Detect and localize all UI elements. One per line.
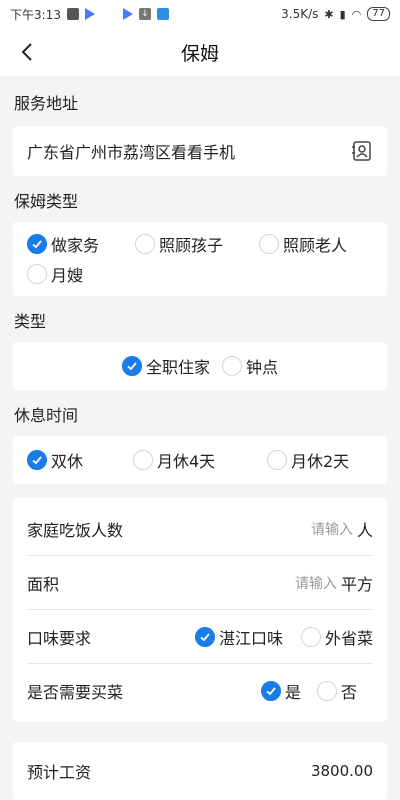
net-speed: 3.5K/s — [281, 7, 319, 21]
radio-circle — [316, 681, 337, 701]
wifi-icon: ◠ — [351, 7, 362, 21]
salary-card: 预计工资 3800.00 — [13, 742, 387, 800]
check-icon — [266, 687, 276, 696]
type-option[interactable]: 钟点 — [222, 354, 278, 378]
area-label: 面积 — [27, 574, 60, 594]
app-notification-icon — [156, 8, 169, 20]
check-icon — [127, 362, 137, 371]
type-group: 全职住家 钟点 — [13, 342, 387, 390]
option-label: 双休 — [51, 452, 84, 471]
option-label: 月休4天 — [157, 452, 216, 471]
diners-input[interactable]: 请输入 — [311, 519, 353, 539]
option-label: 全职住家 — [145, 358, 210, 377]
diners-unit: 人 — [356, 520, 373, 540]
option-label: 月嫂 — [51, 266, 84, 285]
nanny-type-option[interactable]: 照顾孩子 — [135, 232, 259, 256]
type-section-label: 类型 — [14, 312, 47, 331]
type-option[interactable]: 全职住家 — [121, 354, 210, 378]
rest-option[interactable]: 双休 — [27, 448, 133, 472]
taste-option[interactable]: 外省菜 — [300, 625, 373, 649]
radio-circle — [267, 450, 287, 470]
download-icon: ↓ — [138, 8, 151, 20]
groceries-option[interactable]: 是 — [260, 679, 301, 703]
nanny-type-option[interactable]: 照顾老人 — [259, 232, 347, 256]
area-row[interactable]: 面积 请输入 平方 — [27, 556, 373, 610]
groceries-label: 是否需要买菜 — [27, 683, 124, 702]
radio-circle — [27, 450, 47, 470]
check-icon — [200, 632, 210, 641]
rest-option[interactable]: 月休2天 — [267, 448, 349, 472]
radio-circle — [222, 356, 242, 376]
rest-section-label: 休息时间 — [14, 406, 79, 425]
diners-row[interactable]: 家庭吃饭人数 请输入 人 — [27, 502, 373, 556]
status-time: 下午3:13 — [10, 7, 61, 22]
contact-book-icon[interactable] — [351, 140, 373, 162]
radio-circle — [27, 234, 47, 254]
taste-option[interactable]: 湛江口味 — [194, 625, 283, 649]
option-label: 钟点 — [246, 358, 279, 377]
salary-value: 3800.00 — [310, 762, 373, 780]
option-label: 照顾孩子 — [159, 236, 224, 255]
taste-label: 口味要求 — [27, 628, 92, 648]
salary-label: 预计工资 — [27, 763, 92, 782]
option-label: 否 — [340, 683, 357, 702]
radio-circle — [133, 450, 153, 470]
groceries-row: 是否需要买菜 是 否 — [27, 664, 373, 718]
radio-circle — [194, 626, 215, 647]
nanny-type-option[interactable]: 做家务 — [27, 232, 135, 256]
play-icon — [122, 8, 133, 20]
radio-circle — [300, 626, 321, 647]
groceries-option[interactable]: 否 — [316, 679, 357, 703]
radio-circle — [259, 234, 279, 254]
check-icon — [32, 240, 42, 249]
radio-circle — [135, 234, 155, 254]
check-icon — [32, 456, 42, 465]
radio-circle — [27, 264, 47, 284]
back-button[interactable] — [12, 36, 44, 68]
nanny-type-group: 做家务 照顾孩子 照顾老人 月嫂 — [13, 222, 387, 296]
diners-label: 家庭吃饭人数 — [27, 520, 124, 540]
area-unit: 平方 — [340, 574, 373, 594]
battery-icon: 77 — [367, 7, 390, 21]
rest-group: 双休 月休4天 月休2天 — [13, 436, 387, 484]
option-label: 湛江口味 — [218, 628, 283, 648]
taste-row: 口味要求 湛江口味 外省菜 — [27, 610, 373, 664]
option-label: 做家务 — [51, 236, 100, 255]
radio-circle — [121, 356, 142, 376]
option-label: 月休2天 — [291, 452, 350, 471]
bluetooth-icon: ✱ — [324, 7, 334, 21]
page-title: 保姆 — [180, 42, 219, 65]
signal-icon: ▮ — [339, 7, 346, 21]
nanny-type-section-label: 保姆类型 — [14, 192, 79, 211]
option-label: 照顾老人 — [283, 236, 348, 255]
address-card[interactable]: 广东省广州市荔湾区看看手机 — [13, 126, 387, 176]
message-icon — [66, 8, 79, 20]
back-arrow-icon — [21, 43, 32, 61]
rest-option[interactable]: 月休4天 — [133, 448, 267, 472]
play-store-icon — [84, 8, 95, 20]
details-form: 家庭吃饭人数 请输入 人 面积 请输入 平方 口味要求 湛江口味 外省菜 是否需… — [13, 498, 387, 722]
address-value: 广东省广州市荔湾区看看手机 — [27, 143, 236, 162]
option-label: 是 — [284, 683, 301, 702]
status-bar: 下午3:13 ↓ 3.5K/s ✱ ▮ ◠ 77 — [0, 0, 400, 28]
address-section-label: 服务地址 — [14, 94, 79, 113]
nav-bar: 保姆 — [0, 28, 400, 76]
nanny-type-option[interactable]: 月嫂 — [27, 262, 373, 286]
salary-row: 预计工资 3800.00 — [27, 742, 373, 800]
radio-circle — [260, 681, 281, 701]
option-label: 外省菜 — [324, 628, 373, 648]
area-input[interactable]: 请输入 — [295, 573, 337, 593]
